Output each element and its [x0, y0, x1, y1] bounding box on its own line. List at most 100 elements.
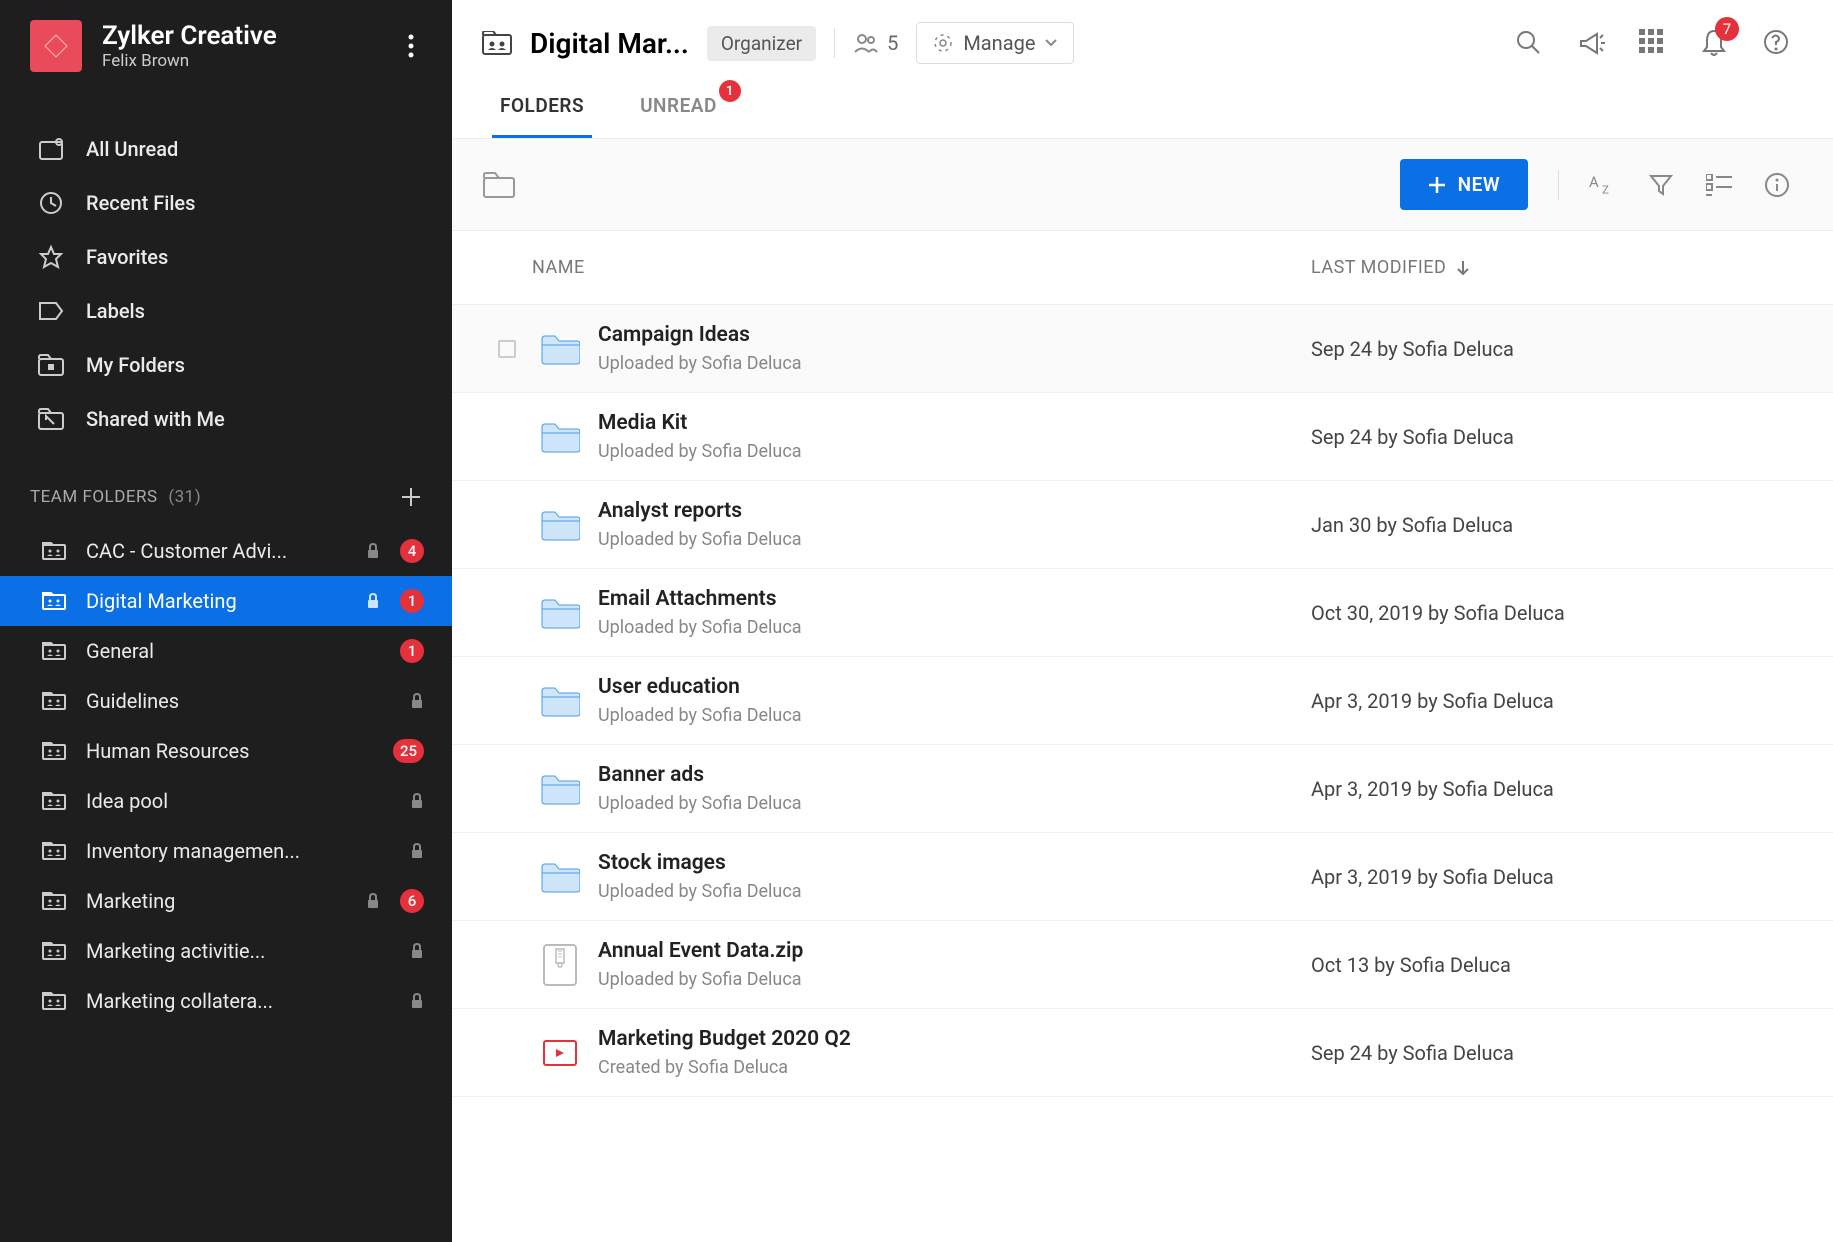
team-folder-item[interactable]: Idea pool [0, 776, 452, 826]
row-modified: Apr 3, 2019 by Sofia Deluca [1311, 865, 1791, 889]
apps-grid-icon[interactable] [1639, 29, 1667, 57]
row-checkbox[interactable] [498, 340, 516, 358]
team-folder-item[interactable]: Digital Marketing1 [0, 576, 452, 626]
notifications-icon[interactable]: 7 [1701, 29, 1729, 57]
row-name: Analyst reports [598, 499, 1311, 523]
slide-icon [532, 1031, 588, 1075]
help-icon[interactable] [1763, 29, 1791, 57]
row-subtitle: Uploaded by Sofia Deluca [598, 617, 1311, 638]
nav-item-unread[interactable]: All Unread [0, 122, 452, 176]
view-list-icon[interactable] [1705, 171, 1733, 199]
team-folder-icon [42, 842, 66, 860]
file-row[interactable]: Email AttachmentsUploaded by Sofia Deluc… [452, 569, 1833, 657]
announce-icon[interactable] [1577, 29, 1605, 57]
nav-item-star[interactable]: Favorites [0, 230, 452, 284]
row-modified: Apr 3, 2019 by Sofia Deluca [1311, 689, 1791, 713]
row-name: Marketing Budget 2020 Q2 [598, 1027, 1311, 1051]
row-modified: Oct 30, 2019 by Sofia Deluca [1311, 601, 1791, 625]
nav-item-label[interactable]: Labels [0, 284, 452, 338]
team-folder-icon [42, 742, 66, 760]
new-button[interactable]: NEW [1400, 159, 1528, 210]
team-folder-label: Marketing collatera... [86, 989, 390, 1013]
team-folder-icon [42, 792, 66, 810]
org-info[interactable]: Zylker Creative Felix Brown [102, 21, 380, 71]
sort-az-icon[interactable]: AZ [1589, 171, 1617, 199]
lock-icon [410, 843, 424, 859]
team-folder-item[interactable]: CAC - Customer Advi...4 [0, 526, 452, 576]
team-folder-label: Marketing [86, 889, 346, 913]
team-folder-item[interactable]: Marketing 6 [0, 876, 452, 926]
filter-icon[interactable] [1647, 171, 1675, 199]
team-folder-icon [42, 592, 66, 610]
shared-icon [38, 406, 64, 432]
row-info: Marketing Budget 2020 Q2 Created by Sofia… [588, 1027, 1311, 1078]
row-info: User educationUploaded by Sofia Deluca [588, 675, 1311, 726]
team-folder-icon [42, 992, 66, 1010]
notifications-badge: 7 [1715, 17, 1739, 41]
label-icon [38, 298, 64, 324]
row-subtitle: Uploaded by Sofia Deluca [598, 529, 1311, 550]
team-folder-icon [42, 642, 66, 660]
nav-label: Shared with Me [86, 407, 225, 431]
recent-icon [38, 190, 64, 216]
table-header: NAME LAST MODIFIED [452, 231, 1833, 305]
lock-icon [366, 543, 380, 559]
team-folder-icon [482, 31, 512, 55]
myfolders-icon [38, 352, 64, 378]
file-row[interactable]: Analyst reportsUploaded by Sofia DelucaJ… [452, 481, 1833, 569]
row-info: Annual Event Data.zipUploaded by Sofia D… [588, 939, 1311, 990]
row-subtitle: Uploaded by Sofia Deluca [598, 705, 1311, 726]
row-name: Media Kit [598, 411, 1311, 435]
file-row[interactable]: Marketing Budget 2020 Q2 Created by Sofia… [452, 1009, 1833, 1097]
nav-label: All Unread [86, 137, 178, 161]
team-folder-icon [42, 542, 66, 560]
manage-button[interactable]: Manage [916, 22, 1074, 64]
team-folder-item[interactable]: General1 [0, 626, 452, 676]
star-icon [38, 244, 64, 270]
info-icon[interactable] [1763, 171, 1791, 199]
breadcrumb-folder-icon[interactable] [482, 171, 516, 199]
toolbar: NEW AZ [452, 139, 1833, 231]
row-subtitle: Created by Sofia Deluca [598, 1057, 1311, 1078]
column-name[interactable]: NAME [532, 257, 1311, 278]
row-info: Analyst reports Uploaded by Sofia Deluca [588, 499, 1311, 550]
column-modified[interactable]: LAST MODIFIED [1311, 257, 1791, 278]
team-folder-label: Marketing activitie... [86, 939, 390, 963]
team-folder-item[interactable]: Marketing collatera... [0, 976, 452, 1026]
members-count[interactable]: 5 [853, 31, 898, 55]
team-folder-label: Digital Marketing [86, 589, 346, 613]
nav-item-shared[interactable]: Shared with Me [0, 392, 452, 446]
tab-folders[interactable]: FOLDERS [492, 94, 592, 138]
row-modified: Oct 13 by Sofia Deluca [1311, 953, 1791, 977]
team-folder-item[interactable]: Guidelines [0, 676, 452, 726]
team-folder-item[interactable]: Marketing activitie... [0, 926, 452, 976]
unread-icon [38, 136, 64, 162]
file-row[interactable]: Stock imagesUploaded by Sofia DelucaApr … [452, 833, 1833, 921]
team-folder-item[interactable]: Human Resources25 [0, 726, 452, 776]
team-folder-label: Inventory managemen... [86, 839, 390, 863]
folder-icon [532, 509, 588, 541]
file-row[interactable]: Annual Event Data.zipUploaded by Sofia D… [452, 921, 1833, 1009]
add-team-folder-icon[interactable] [400, 486, 422, 508]
team-folder-label: Human Resources [86, 739, 373, 763]
row-modified: Sep 24 by Sofia Deluca [1311, 425, 1791, 449]
team-folder-item[interactable]: Inventory managemen... [0, 826, 452, 876]
kebab-menu-icon[interactable] [400, 26, 422, 66]
file-row[interactable]: Campaign IdeasUploaded by Sofia DelucaSe… [452, 305, 1833, 393]
file-row[interactable]: Media KitUploaded by Sofia DelucaSep 24 … [452, 393, 1833, 481]
tab-label: FOLDERS [500, 94, 584, 117]
nav-item-recent[interactable]: Recent Files [0, 176, 452, 230]
unread-badge: 1 [400, 639, 424, 663]
file-row[interactable]: User educationUploaded by Sofia DelucaAp… [452, 657, 1833, 745]
nav-item-myfolders[interactable]: My Folders [0, 338, 452, 392]
lock-icon [410, 793, 424, 809]
search-icon[interactable] [1515, 29, 1543, 57]
row-info: Email AttachmentsUploaded by Sofia Deluc… [588, 587, 1311, 638]
tab-unread[interactable]: UNREAD1 [632, 94, 725, 138]
divider [834, 28, 835, 58]
org-logo[interactable] [30, 20, 82, 72]
lock-icon [366, 593, 380, 609]
unread-badge: 6 [400, 889, 424, 913]
row-subtitle: Uploaded by Sofia Deluca [598, 881, 1311, 902]
file-row[interactable]: Banner adsUploaded by Sofia DelucaApr 3,… [452, 745, 1833, 833]
